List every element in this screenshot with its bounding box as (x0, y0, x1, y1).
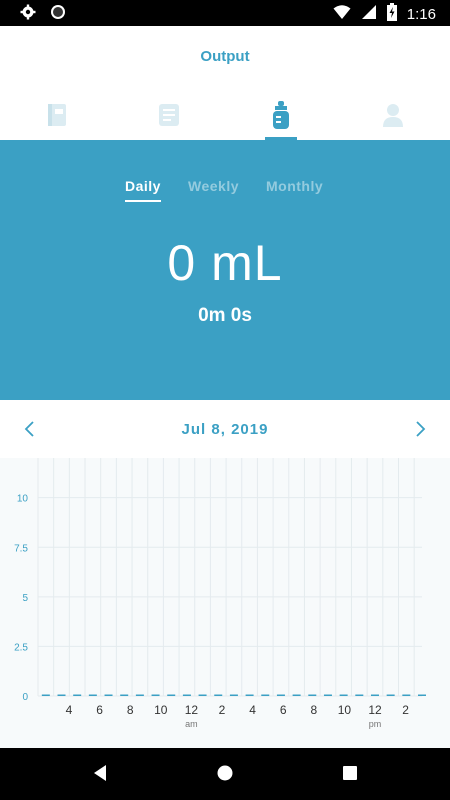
period-tabs: Daily Weekly Monthly (0, 178, 450, 206)
x-tick-label: 2 (402, 703, 409, 717)
x-tick-label: 6 (96, 703, 103, 717)
x-tick-label: 4 (249, 703, 256, 717)
current-date: Jul 8, 2019 (181, 421, 269, 438)
bar (73, 694, 82, 696)
tab-daily[interactable]: Daily (125, 178, 161, 202)
bar (214, 694, 223, 696)
tab-profile[interactable] (378, 102, 408, 132)
x-tick-label: 8 (127, 703, 134, 717)
x-sub-label: pm (369, 719, 382, 729)
bar (418, 694, 426, 696)
bar (355, 694, 364, 696)
tab-journal[interactable] (42, 102, 72, 132)
page-title: Output (200, 48, 250, 65)
bar (57, 694, 66, 696)
bottle-icon (270, 100, 292, 134)
bar (104, 694, 113, 696)
wifi-icon (333, 4, 351, 25)
bar (276, 694, 285, 696)
x-tick-label: 12 (185, 703, 199, 717)
bar (292, 694, 301, 696)
gear-icon (20, 4, 36, 25)
back-icon[interactable] (92, 764, 108, 787)
x-tick-label: 8 (310, 703, 317, 717)
x-tick-label: 10 (154, 703, 168, 717)
x-tick-label: 6 (280, 703, 287, 717)
bar (198, 694, 207, 696)
status-bar: 1:16 (0, 0, 450, 26)
bar (182, 694, 191, 696)
bar (261, 694, 270, 696)
y-tick-label: 2.5 (14, 642, 28, 653)
x-tick-label: 12 (368, 703, 382, 717)
journal-icon (46, 103, 68, 132)
bar (135, 694, 144, 696)
bar (41, 694, 50, 696)
tab-bar (0, 96, 450, 140)
bar (88, 694, 97, 696)
chevron-right-icon[interactable] (410, 419, 430, 439)
tab-monthly[interactable]: Monthly (266, 178, 323, 194)
output-chart: 0 2.5 5 7.5 10 4 6 8 10 12 2 4 6 8 10 12 2 am pm (0, 458, 450, 748)
signal-icon (361, 4, 377, 25)
system-nav-bar (0, 748, 450, 800)
tab-notes[interactable] (154, 102, 184, 132)
bar (386, 694, 395, 696)
bar (370, 694, 379, 696)
y-tick-label: 0 (22, 692, 28, 703)
recents-icon[interactable] (342, 764, 358, 787)
status-clock: 1:16 (406, 6, 436, 23)
battery-charging-icon (386, 3, 397, 26)
y-tick-label: 7.5 (14, 543, 28, 554)
bar (167, 694, 176, 696)
tab-weekly[interactable]: Weekly (188, 178, 239, 194)
bar (151, 694, 160, 696)
bar (402, 694, 411, 696)
bar (308, 694, 317, 696)
notes-icon (158, 103, 180, 132)
x-tick-label: 10 (338, 703, 352, 717)
total-duration: 0m 0s (198, 305, 252, 326)
y-tick-label: 5 (22, 593, 28, 604)
bar (245, 694, 254, 696)
bar (120, 694, 129, 696)
bar (339, 694, 348, 696)
profile-icon (382, 103, 404, 132)
circle-icon (50, 4, 66, 25)
tab-bottle[interactable] (266, 100, 296, 134)
home-icon[interactable] (216, 764, 234, 787)
x-sub-label: am (185, 719, 198, 729)
date-navigator: Jul 8, 2019 (0, 400, 450, 458)
y-tick-label: 10 (17, 494, 29, 505)
bar (323, 694, 332, 696)
app-header: Output (0, 26, 450, 140)
total-volume: 0 mL (167, 235, 283, 291)
x-tick-label: 4 (66, 703, 73, 717)
x-tick-label: 2 (219, 703, 226, 717)
chart-svg: 0 2.5 5 7.5 10 4 6 8 10 12 2 4 6 8 10 12 2 am pm (14, 458, 426, 729)
summary-panel: Daily Weekly Monthly 0 mL 0m 0s (0, 140, 450, 400)
bar (229, 694, 238, 696)
